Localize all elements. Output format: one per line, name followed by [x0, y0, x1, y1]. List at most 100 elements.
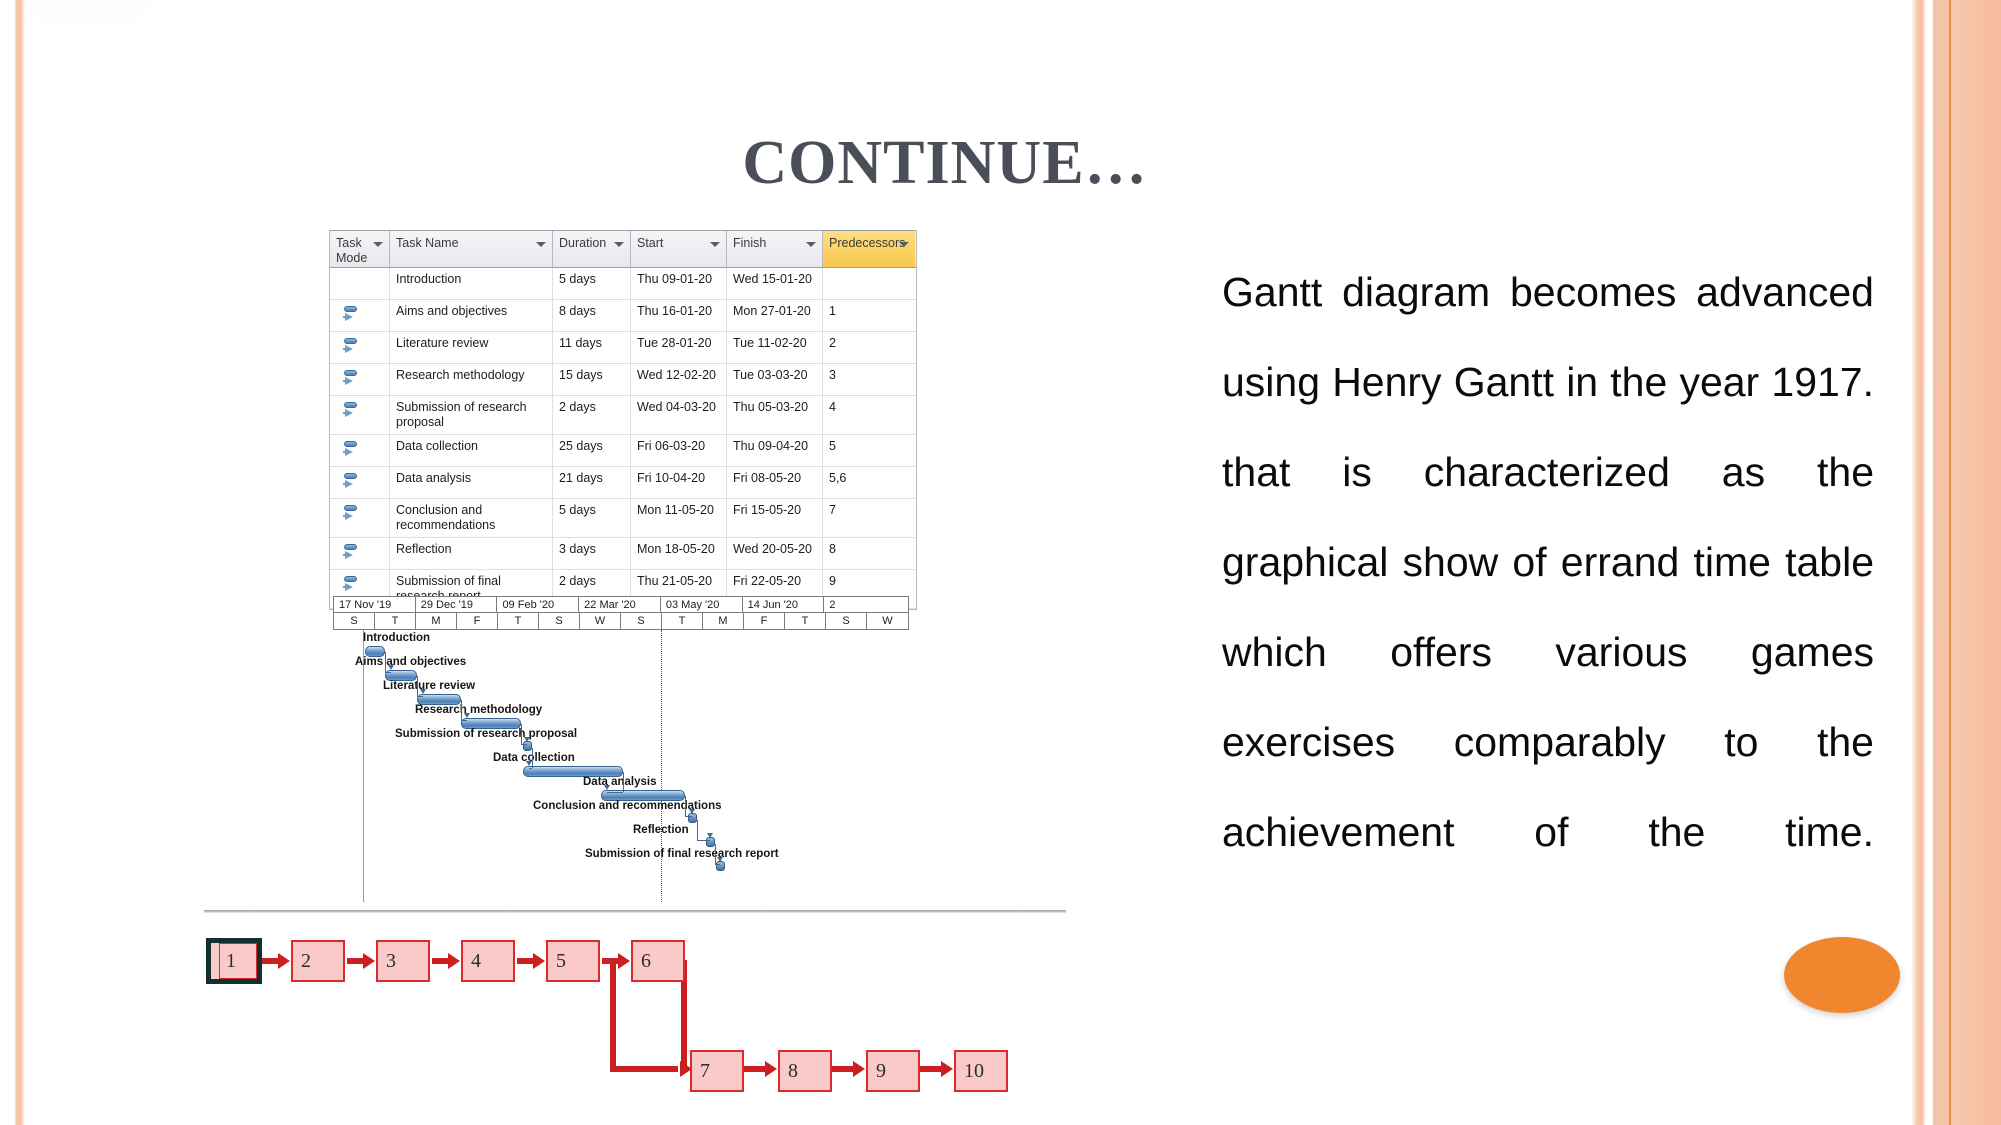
cell-predecessors[interactable]: 8 [823, 538, 915, 569]
chevron-down-icon[interactable] [806, 242, 816, 247]
cell-duration[interactable]: 25 days [553, 435, 631, 466]
chevron-down-icon[interactable] [373, 242, 383, 247]
cell-duration[interactable]: 21 days [553, 467, 631, 498]
gantt-dependency-arrow [526, 761, 532, 766]
gantt-dependency-link [521, 744, 527, 745]
cell-finish[interactable]: Fri 15-05-20 [727, 499, 823, 537]
table-row[interactable]: Research methodology 15 days Wed 12-02-20 T… [330, 364, 916, 396]
cell-predecessors[interactable]: 5 [823, 435, 915, 466]
table-row[interactable]: Literature review 11 days Tue 28-01-20 Tue … [330, 332, 916, 364]
column-header-task-name[interactable]: Task Name [390, 231, 553, 267]
network-node[interactable]: 5 [546, 940, 600, 982]
cell-start[interactable]: Fri 10-04-20 [631, 467, 727, 498]
cell-task-mode[interactable] [330, 435, 390, 466]
table-row[interactable]: Data analysis 21 days Fri 10-04-20 Fri 08-0… [330, 467, 916, 499]
cell-task-name[interactable]: Submission of research proposal [390, 396, 553, 434]
cell-task-mode[interactable] [330, 467, 390, 498]
cell-finish[interactable]: Tue 03-03-20 [727, 364, 823, 395]
cell-finish[interactable]: Fri 08-05-20 [727, 467, 823, 498]
column-header-finish[interactable]: Finish [727, 231, 823, 267]
column-header-predecessors[interactable]: Predecessors [823, 231, 915, 267]
cell-finish[interactable]: Wed 20-05-20 [727, 538, 823, 569]
cell-task-name[interactable]: Conclusion and recommendations [390, 499, 553, 537]
cell-duration[interactable]: 8 days [553, 300, 631, 331]
right-decorative-border [1901, 0, 2001, 1125]
cell-finish[interactable]: Tue 11-02-20 [727, 332, 823, 363]
gantt-dependency-arrow [388, 665, 394, 670]
cell-duration[interactable]: 2 days [553, 396, 631, 434]
cell-start[interactable]: Thu 09-01-20 [631, 268, 727, 299]
cell-task-name[interactable]: Aims and objectives [390, 300, 553, 331]
cell-start[interactable]: Mon 11-05-20 [631, 499, 727, 537]
cell-duration[interactable]: 15 days [553, 364, 631, 395]
cell-task-mode[interactable] [330, 499, 390, 537]
cell-predecessors[interactable]: 1 [823, 300, 915, 331]
cell-task-name[interactable]: Research methodology [390, 364, 553, 395]
cell-finish[interactable]: Wed 15-01-20 [727, 268, 823, 299]
gantt-bars-area: Introduction Aims and objectives Literatur… [333, 630, 909, 902]
table-row[interactable]: Aims and objectives 8 days Thu 16-01-20 Mon… [330, 300, 916, 332]
network-node[interactable]: 6 [631, 940, 685, 982]
cell-duration[interactable]: 5 days [553, 499, 631, 537]
cell-start[interactable]: Wed 12-02-20 [631, 364, 727, 395]
cell-start[interactable]: Fri 06-03-20 [631, 435, 727, 466]
cell-predecessors[interactable]: 5,6 [823, 467, 915, 498]
chevron-down-icon[interactable] [899, 242, 909, 247]
network-node[interactable]: 4 [461, 940, 515, 982]
cell-predecessors[interactable] [823, 268, 915, 299]
network-node[interactable]: 2 [291, 940, 345, 982]
gantt-dependency-link [529, 768, 532, 769]
column-header-start[interactable]: Start [631, 231, 727, 267]
cell-task-mode[interactable] [330, 538, 390, 569]
gantt-milestone[interactable] [523, 741, 532, 751]
table-row[interactable]: Submission of research proposal 2 days Wed… [330, 396, 916, 435]
table-row[interactable]: Data collection 25 days Fri 06-03-20 Thu 09… [330, 435, 916, 467]
cell-task-name[interactable]: Literature review [390, 332, 553, 363]
cell-predecessors[interactable]: 3 [823, 364, 915, 395]
cell-task-mode[interactable] [330, 364, 390, 395]
network-node[interactable]: 9 [866, 1050, 920, 1092]
cell-start[interactable]: Thu 16-01-20 [631, 300, 727, 331]
cell-duration[interactable]: 3 days [553, 538, 631, 569]
table-row[interactable]: Introduction 5 days Thu 09-01-20 Wed 15-01-… [330, 268, 916, 300]
cell-predecessors[interactable]: 7 [823, 499, 915, 537]
cell-task-name[interactable]: Reflection [390, 538, 553, 569]
chevron-down-icon[interactable] [536, 242, 546, 247]
cell-task-name[interactable]: Data analysis [390, 467, 553, 498]
cell-start[interactable]: Wed 04-03-20 [631, 396, 727, 434]
gantt-dependency-link [461, 700, 462, 720]
column-header-duration[interactable]: Duration [553, 231, 631, 267]
gantt-milestone[interactable] [706, 837, 715, 847]
network-node[interactable]: 3 [376, 940, 430, 982]
network-node[interactable]: 8 [778, 1050, 832, 1092]
network-node[interactable]: 7 [690, 1050, 744, 1092]
cell-task-mode[interactable] [330, 396, 390, 434]
chevron-down-icon[interactable] [710, 242, 720, 247]
network-node[interactable]: 1 [206, 938, 262, 984]
cell-duration[interactable]: 11 days [553, 332, 631, 363]
cell-predecessors[interactable]: 2 [823, 332, 915, 363]
gantt-milestone[interactable] [688, 813, 697, 823]
cell-start[interactable]: Mon 18-05-20 [631, 538, 727, 569]
cell-finish[interactable]: Thu 05-03-20 [727, 396, 823, 434]
gantt-dependency-link [417, 676, 418, 696]
table-row[interactable]: Conclusion and recommendations 5 days Mon … [330, 499, 916, 538]
chevron-down-icon[interactable] [614, 242, 624, 247]
table-row[interactable]: Reflection 3 days Mon 18-05-20 Wed 20-05-20… [330, 538, 916, 570]
column-header-start-label: Start [637, 236, 664, 250]
gantt-milestone[interactable] [716, 861, 725, 871]
cell-predecessors[interactable]: 4 [823, 396, 915, 434]
cell-task-name[interactable]: Introduction [390, 268, 553, 299]
cell-task-mode[interactable] [330, 332, 390, 363]
cell-task-mode[interactable] [330, 300, 390, 331]
timeline-minor-tick: M [703, 613, 744, 629]
column-header-task-mode[interactable]: Task Mode [330, 231, 390, 267]
cell-start[interactable]: Tue 28-01-20 [631, 332, 727, 363]
cell-finish[interactable]: Thu 09-04-20 [727, 435, 823, 466]
cell-duration[interactable]: 5 days [553, 268, 631, 299]
timeline-minor-tick: S [621, 613, 662, 629]
cell-task-name[interactable]: Data collection [390, 435, 553, 466]
network-node[interactable]: 10 [954, 1050, 1008, 1092]
cell-finish[interactable]: Mon 27-01-20 [727, 300, 823, 331]
cell-task-mode[interactable] [330, 268, 390, 299]
